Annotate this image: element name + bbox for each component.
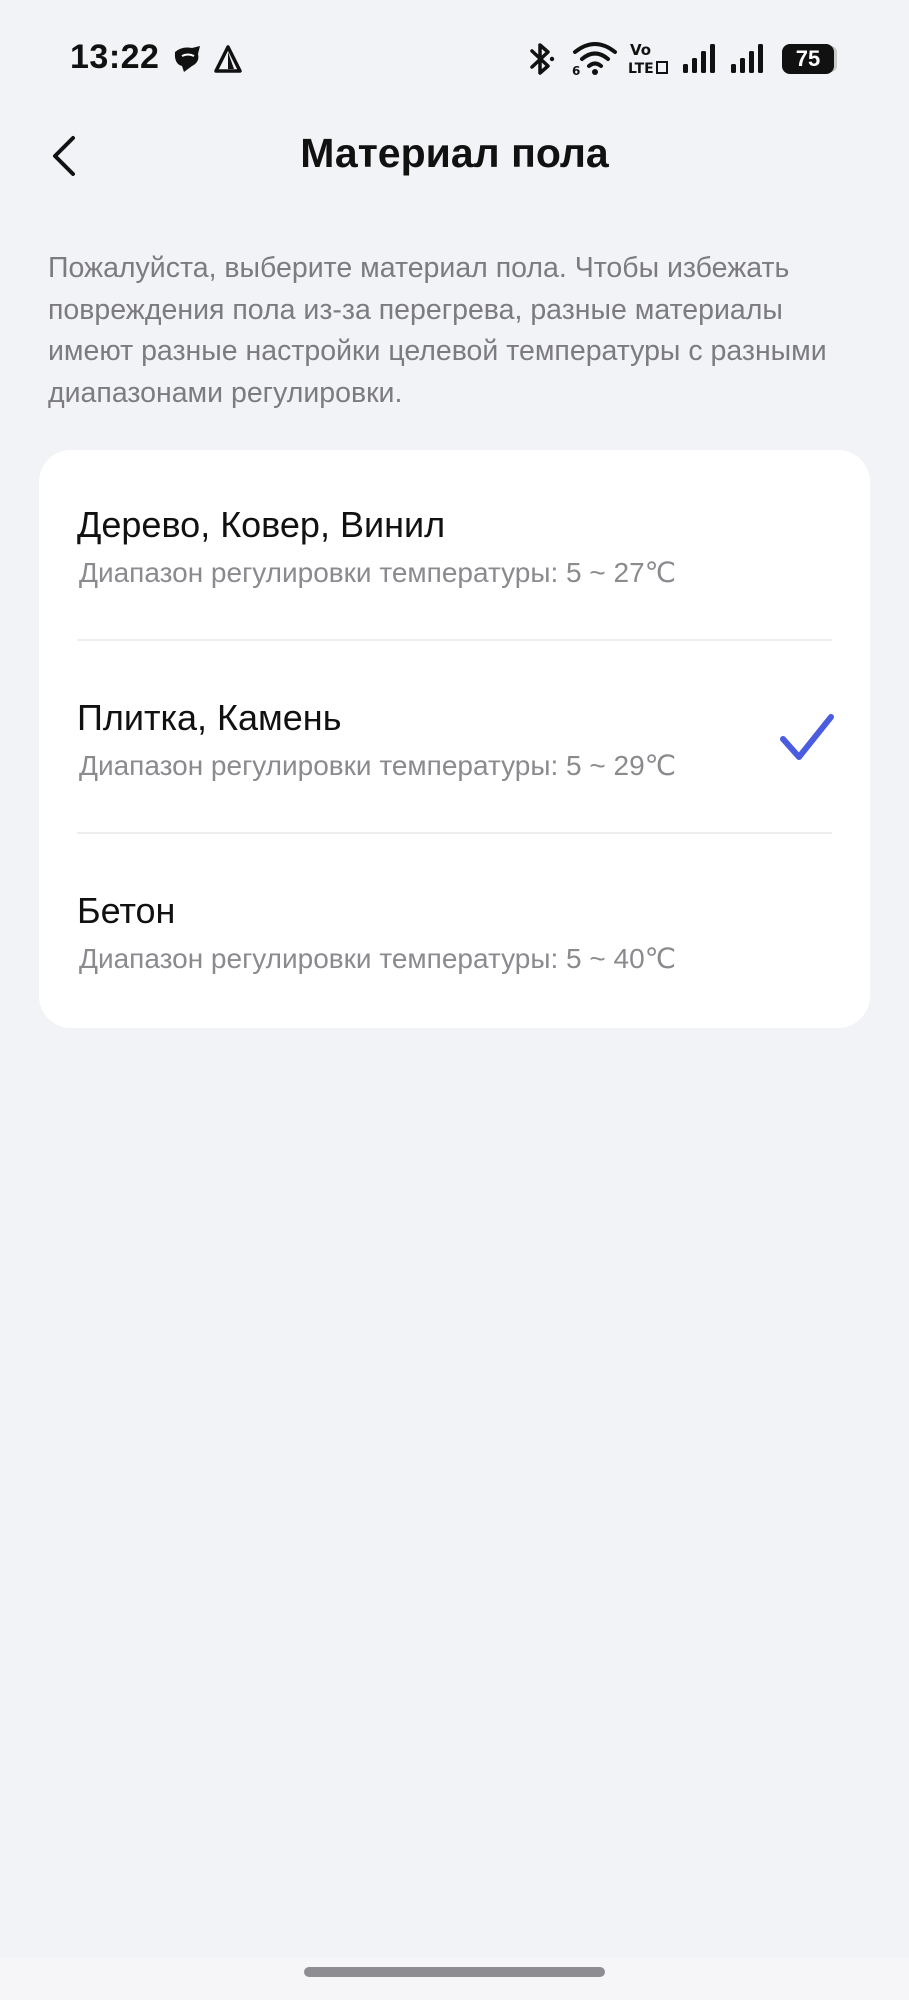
battery-indicator: 75 <box>782 44 834 74</box>
status-time: 13:22 <box>70 38 160 76</box>
svg-text:6: 6 <box>572 64 580 76</box>
svg-text:LTE: LTE <box>628 61 654 76</box>
warning-triangle-icon <box>214 45 242 73</box>
volte-icon: Vo LTE <box>628 41 668 76</box>
option-concrete[interactable]: Бетон Диапазон регулировки температуры: … <box>39 836 870 1028</box>
floor-material-list: Дерево, Ковер, Винил Диапазон регулировк… <box>39 450 870 1028</box>
description-text: Пожалуйста, выберите материал пола. Чтоб… <box>48 252 827 409</box>
option-subtitle: Диапазон регулировки температуры: 5 ~ 29… <box>79 750 677 781</box>
signal-icon <box>683 44 715 73</box>
option-tile-stone[interactable]: Плитка, Камень Диапазон регулировки темп… <box>39 643 870 835</box>
divider <box>77 639 832 641</box>
option-title: Плитка, Камень <box>77 697 342 738</box>
status-bar: 13:22 6 Vo LTE 75 <box>0 0 909 110</box>
svg-text:Vo: Vo <box>630 41 651 59</box>
navigation-bar <box>0 1958 909 2000</box>
option-subtitle: Диапазон регулировки температуры: 5 ~ 40… <box>79 943 677 974</box>
wifi-6-icon: 6 <box>572 42 617 76</box>
signal-icon <box>731 44 763 73</box>
divider <box>77 832 832 834</box>
option-title: Бетон <box>77 890 176 931</box>
notification-icon <box>174 46 200 72</box>
option-wood-carpet-vinyl[interactable]: Дерево, Ковер, Винил Диапазон регулировк… <box>39 450 870 642</box>
checkmark-icon <box>780 714 834 760</box>
bluetooth-icon <box>530 43 555 75</box>
page-title: Материал пола <box>300 130 609 176</box>
app-header: Материал пола <box>0 110 909 202</box>
option-subtitle: Диапазон регулировки температуры: 5 ~ 27… <box>79 557 677 588</box>
option-title: Дерево, Ковер, Винил <box>77 504 446 545</box>
home-indicator[interactable] <box>304 1967 605 1977</box>
